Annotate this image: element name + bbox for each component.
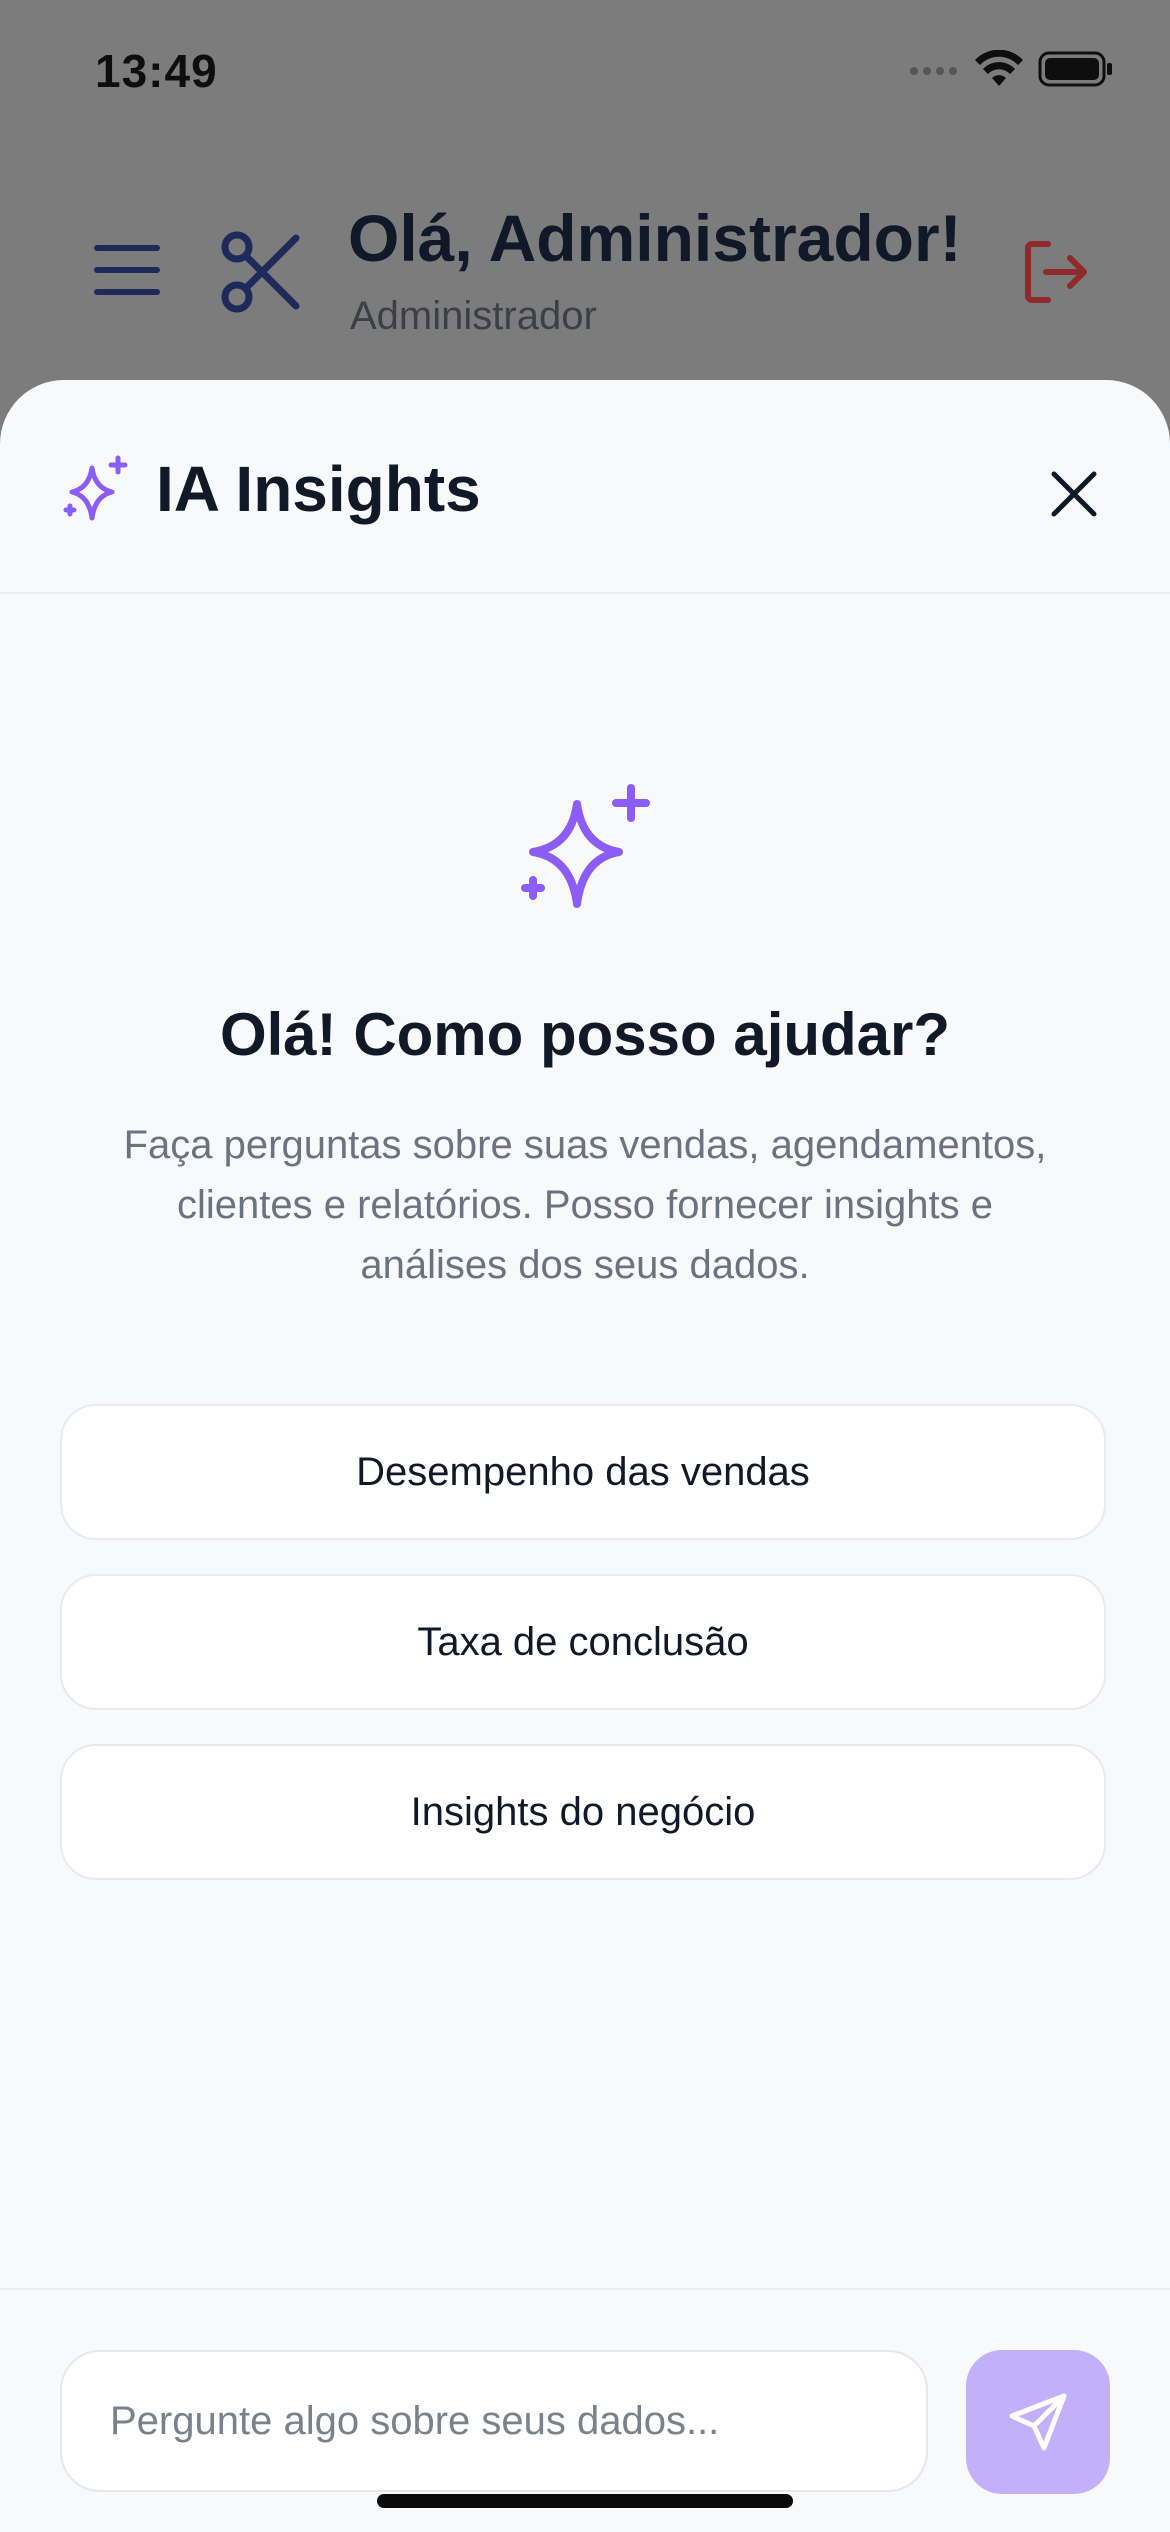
sheet-header: IA Insights: [0, 380, 1170, 594]
scissors-icon: [220, 230, 304, 319]
home-indicator: [377, 2494, 793, 2508]
close-icon: [1051, 471, 1097, 517]
status-bar: 13:49: [0, 0, 1170, 140]
suggestion-list: Desempenho das vendas Taxa de conclusão …: [60, 1404, 1110, 1914]
logout-icon[interactable]: [1022, 238, 1090, 311]
status-icons: [908, 50, 1114, 88]
sparkles-hero-icon: [515, 780, 655, 925]
chat-input-area: [0, 2288, 1170, 2532]
welcome-title: Olá! Como posso ajudar?: [219, 1001, 951, 1068]
battery-icon: [1038, 51, 1112, 87]
send-icon: [1009, 2393, 1067, 2451]
menu-icon[interactable]: [94, 243, 160, 302]
suggestion-button-completion-rate[interactable]: Taxa de conclusão: [60, 1574, 1106, 1710]
welcome-description: Faça perguntas sobre suas vendas, agenda…: [123, 1123, 1047, 1287]
suggestion-button-sales-performance[interactable]: Desempenho das vendas: [60, 1404, 1106, 1540]
sparkles-icon: [60, 454, 132, 531]
greeting-title: Olá, Administrador!: [348, 201, 962, 275]
ia-insights-sheet: IA Insights Olá! Como posso ajudar? Faça…: [0, 380, 1170, 2532]
user-role: Administrador: [350, 294, 597, 338]
wifi-icon: [975, 50, 1023, 86]
sheet-title: IA Insights: [156, 453, 481, 525]
status-time: 13:49: [95, 45, 218, 97]
close-button[interactable]: [1040, 460, 1108, 528]
chat-input[interactable]: [60, 2350, 928, 2492]
send-button[interactable]: [966, 2350, 1110, 2494]
suggestion-button-business-insights[interactable]: Insights do negócio: [60, 1744, 1106, 1880]
cellular-signal-icon: [910, 67, 957, 75]
